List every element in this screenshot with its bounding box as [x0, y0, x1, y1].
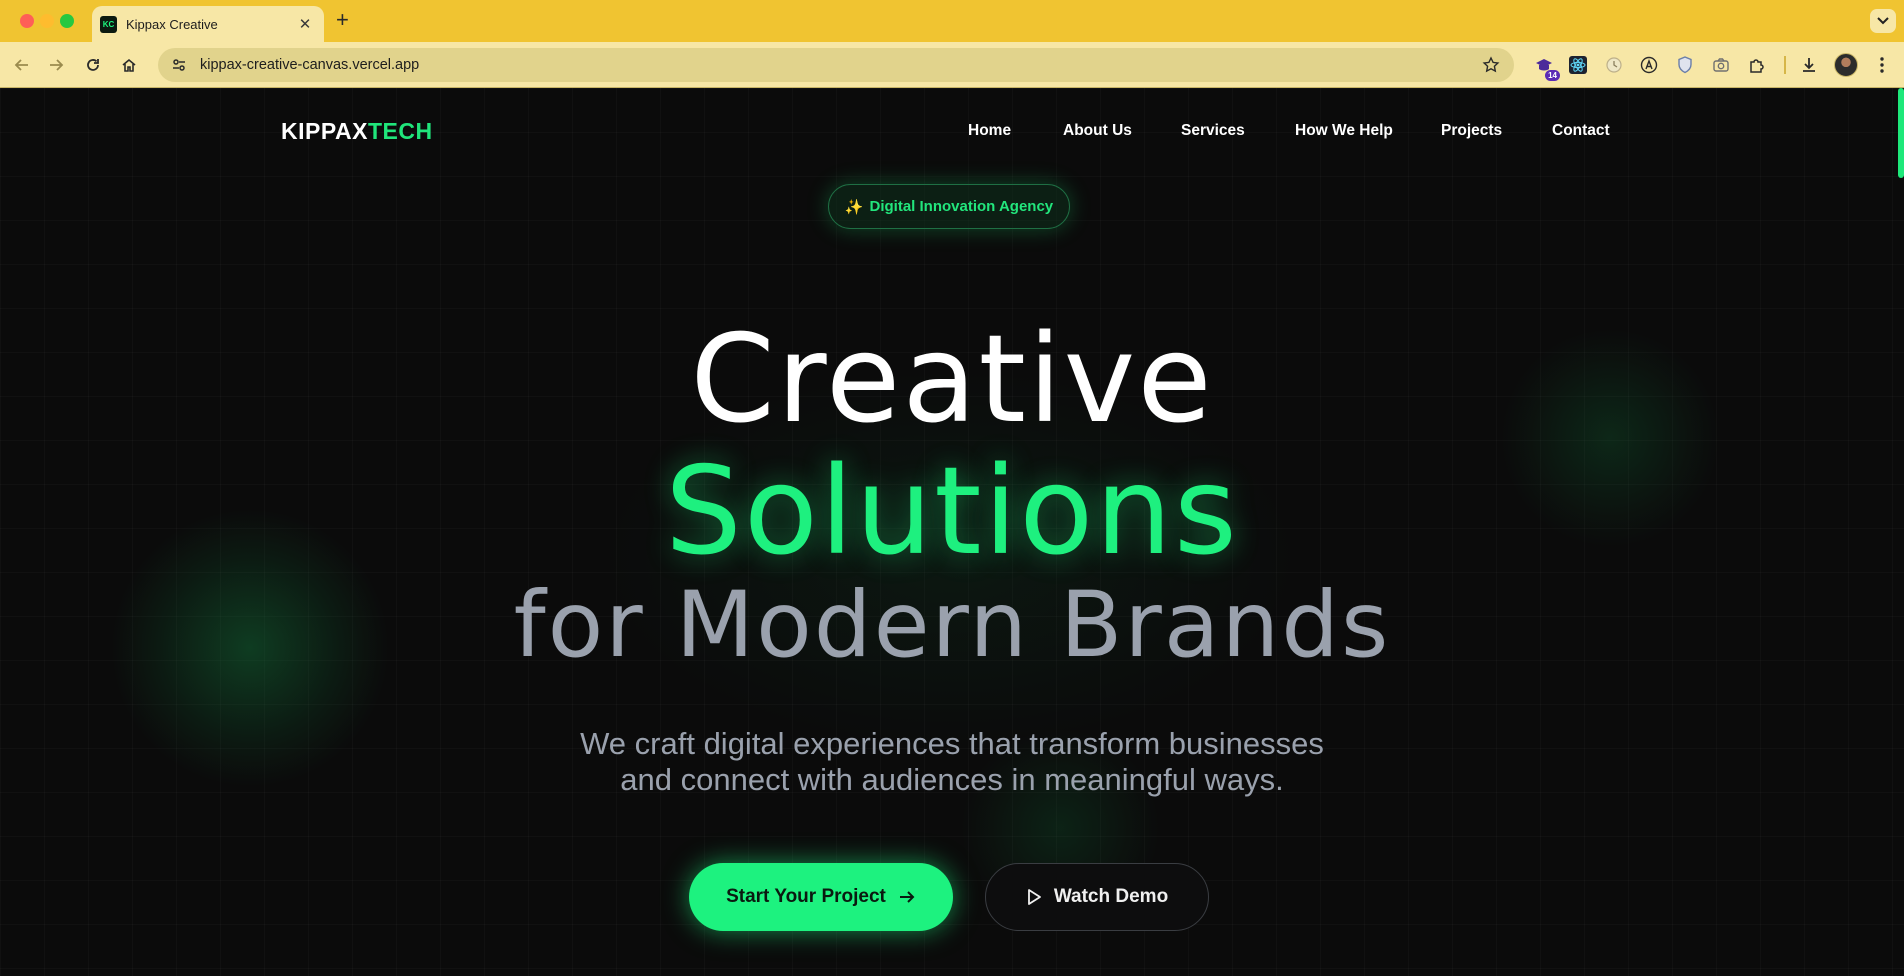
nav-link-how-we-help[interactable]: How We Help [1295, 122, 1393, 140]
extension-badge-count: 14 [1545, 70, 1560, 81]
tab-search-button[interactable] [1870, 9, 1896, 33]
hero-subtitle-line-2: and connect with audiences in meaningful… [620, 762, 1284, 797]
agency-badge: ✨ Digital Innovation Agency [828, 184, 1070, 229]
extension-graduation-icon[interactable]: 14 [1532, 53, 1560, 81]
address-bar[interactable]: kippax-creative-canvas.vercel.app [158, 48, 1514, 82]
nav-link-projects[interactable]: Projects [1441, 122, 1502, 140]
nav-link-contact[interactable]: Contact [1552, 122, 1610, 140]
reload-icon[interactable] [82, 54, 104, 76]
extension-react-icon[interactable] [1566, 53, 1590, 77]
browser-tab-strip: KC Kippax Creative ✕ + [0, 0, 1904, 42]
download-icon[interactable] [1797, 53, 1821, 77]
window-minimize-button[interactable] [40, 14, 54, 28]
webpage-viewport: KIPPAX TECH Home About Us Services How W… [0, 88, 1904, 976]
tab-favicon-icon: KC [100, 15, 117, 33]
new-tab-button[interactable]: + [336, 9, 349, 31]
logo-primary-text: KIPPAX [281, 118, 368, 144]
window-close-button[interactable] [20, 14, 34, 28]
page-scrollbar-thumb[interactable] [1898, 88, 1904, 178]
home-icon[interactable] [118, 54, 140, 76]
star-icon[interactable] [1480, 54, 1502, 76]
extension-a-circle-icon[interactable] [1637, 53, 1661, 77]
agency-badge-text: Digital Innovation Agency [869, 198, 1054, 215]
chevron-down-icon [1877, 17, 1889, 25]
hero-heading-line-1: Creative [690, 309, 1214, 450]
toolbar-divider [1784, 56, 1786, 74]
window-zoom-button[interactable] [60, 14, 74, 28]
arrow-right-icon [898, 889, 916, 905]
arrow-left-icon[interactable] [11, 54, 33, 76]
hero-subtitle-line-1: We craft digital experiences that transf… [580, 726, 1324, 761]
nav-link-services[interactable]: Services [1181, 122, 1245, 140]
logo-accent-text: TECH [367, 118, 433, 144]
profile-avatar[interactable] [1834, 53, 1858, 77]
watch-demo-button[interactable]: Watch Demo [985, 863, 1209, 931]
extension-camera-icon[interactable] [1709, 53, 1733, 77]
hero-heading-line-2: Solutions [665, 441, 1239, 582]
site-logo[interactable]: KIPPAX TECH [281, 118, 433, 145]
hero-subtitle: We craft digital experiences that transf… [0, 726, 1904, 798]
arrow-right-icon[interactable] [45, 54, 67, 76]
hero-heading-line-3: for Modern Brands [513, 573, 1391, 678]
extension-shield-icon[interactable] [1673, 53, 1697, 77]
sparkles-icon: ✨ [844, 198, 864, 216]
play-icon [1026, 888, 1042, 906]
tab-close-icon[interactable]: ✕ [296, 15, 314, 33]
nav-link-about[interactable]: About Us [1063, 122, 1132, 140]
watch-demo-label: Watch Demo [1053, 886, 1169, 907]
tab-title: Kippax Creative [126, 16, 218, 32]
browser-tab-active[interactable]: KC Kippax Creative ✕ [92, 6, 324, 42]
address-bar-url: kippax-creative-canvas.vercel.app [200, 57, 420, 73]
browser-toolbar: kippax-creative-canvas.vercel.app 14 [0, 42, 1904, 88]
puzzle-icon[interactable] [1745, 53, 1769, 77]
nav-link-home[interactable]: Home [968, 122, 1011, 140]
extension-clock-icon[interactable] [1602, 53, 1626, 77]
start-project-button[interactable]: Start Your Project [689, 863, 953, 931]
start-project-label: Start Your Project [726, 886, 886, 907]
tune-icon[interactable] [168, 54, 190, 76]
kebab-menu-icon[interactable] [1870, 53, 1894, 77]
